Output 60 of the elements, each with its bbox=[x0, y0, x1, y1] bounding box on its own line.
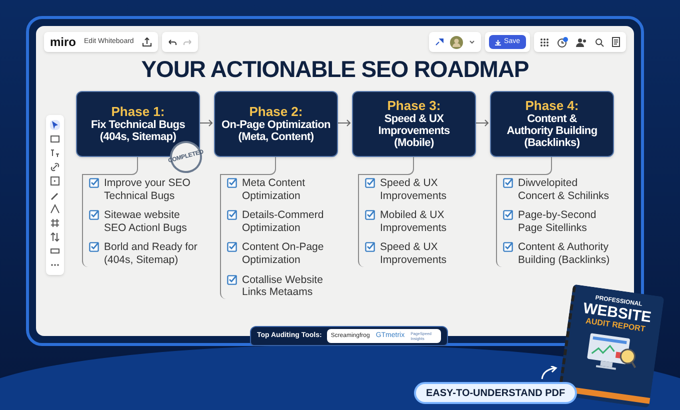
avatar-icon[interactable] bbox=[450, 36, 464, 48]
grid-icon[interactable] bbox=[50, 218, 60, 228]
timer-icon[interactable] bbox=[557, 36, 568, 48]
people-icon[interactable] bbox=[576, 38, 587, 46]
checklist-item: Content & Authority Building (Backlinks) bbox=[518, 241, 610, 267]
caret-icon[interactable] bbox=[469, 40, 476, 44]
frame-icon[interactable] bbox=[50, 176, 60, 186]
phase-title: Speed & UX Improvements (Mobile) bbox=[378, 113, 450, 150]
phase-label: Phase 4: bbox=[525, 98, 579, 113]
checklist-item: Speed & UX Improvements bbox=[380, 177, 447, 202]
arrow-icon bbox=[476, 119, 490, 127]
apps-grid-icon[interactable] bbox=[540, 38, 549, 46]
checkbox[interactable] bbox=[227, 177, 238, 188]
cursor-icon[interactable] bbox=[435, 38, 444, 46]
checklist-item: Improve your SEO Technical Bugs bbox=[104, 177, 190, 202]
checklist-item: Mobiled & UX Improvements bbox=[380, 209, 447, 234]
phase-label: Phase 3: bbox=[387, 98, 441, 113]
checklist-item: Sitewae website SEO Actionl Bugs bbox=[104, 209, 187, 234]
checkbox[interactable] bbox=[89, 209, 100, 220]
phase-label: Phase 2: bbox=[249, 104, 303, 120]
checklist-item: Details-Commerd Optimization bbox=[242, 209, 324, 234]
miro-logo[interactable]: miro bbox=[50, 33, 76, 51]
arrow-icon bbox=[338, 119, 352, 127]
checkbox[interactable] bbox=[227, 241, 238, 252]
download-icon bbox=[495, 38, 502, 46]
checkbox[interactable] bbox=[365, 177, 376, 188]
rectangle-icon[interactable] bbox=[50, 134, 60, 144]
arrows-icon[interactable] bbox=[50, 232, 60, 242]
phase-label: Phase 1: bbox=[111, 104, 165, 120]
checklist-item: Diwvelopited Concert & Schilinks bbox=[518, 177, 610, 202]
arrow-icon bbox=[200, 119, 214, 127]
line-icon[interactable] bbox=[50, 204, 60, 214]
checkbox[interactable] bbox=[89, 177, 100, 188]
checklist-item: Borld and Ready for (404s, Sitemap) bbox=[104, 241, 198, 267]
checkbox[interactable] bbox=[365, 241, 376, 252]
share-icon[interactable] bbox=[142, 37, 152, 47]
checkbox[interactable] bbox=[365, 209, 376, 220]
checkbox[interactable] bbox=[89, 241, 100, 252]
search-icon[interactable] bbox=[595, 38, 604, 46]
phase-title: On-Page Optimization (Meta, Content) bbox=[222, 119, 330, 144]
checkbox[interactable] bbox=[503, 241, 514, 252]
checklist-item: Content On-Page Optimization bbox=[242, 241, 324, 267]
checkbox[interactable] bbox=[503, 209, 514, 220]
checklist-item: Page-by-Second Page Sitellinks bbox=[518, 209, 596, 234]
link-icon[interactable] bbox=[50, 162, 60, 172]
cta-pill: EASY-TO-UNDERSTAND PDF bbox=[414, 382, 578, 404]
undo-icon[interactable] bbox=[168, 38, 177, 46]
text-icon[interactable] bbox=[50, 148, 60, 158]
checkbox[interactable] bbox=[227, 209, 238, 220]
checklist-item: Cotallise Website Links Metaams bbox=[242, 274, 323, 299]
roadmap-title: YOUR ACTIONABLE SEO ROADMAP bbox=[140, 58, 530, 81]
notes-icon[interactable] bbox=[612, 37, 620, 47]
checklist-item: Speed & UX Improvements bbox=[380, 241, 447, 267]
checkbox[interactable] bbox=[503, 177, 514, 188]
checkbox[interactable] bbox=[227, 274, 238, 285]
curved-arrow-icon bbox=[540, 366, 558, 380]
phase-title: Content & Authority Building (Backlinks) bbox=[506, 113, 598, 150]
cursor-icon[interactable] bbox=[50, 120, 60, 130]
checklist-item: Meta Content Optimization bbox=[242, 177, 306, 202]
pen-icon[interactable] bbox=[50, 190, 60, 200]
